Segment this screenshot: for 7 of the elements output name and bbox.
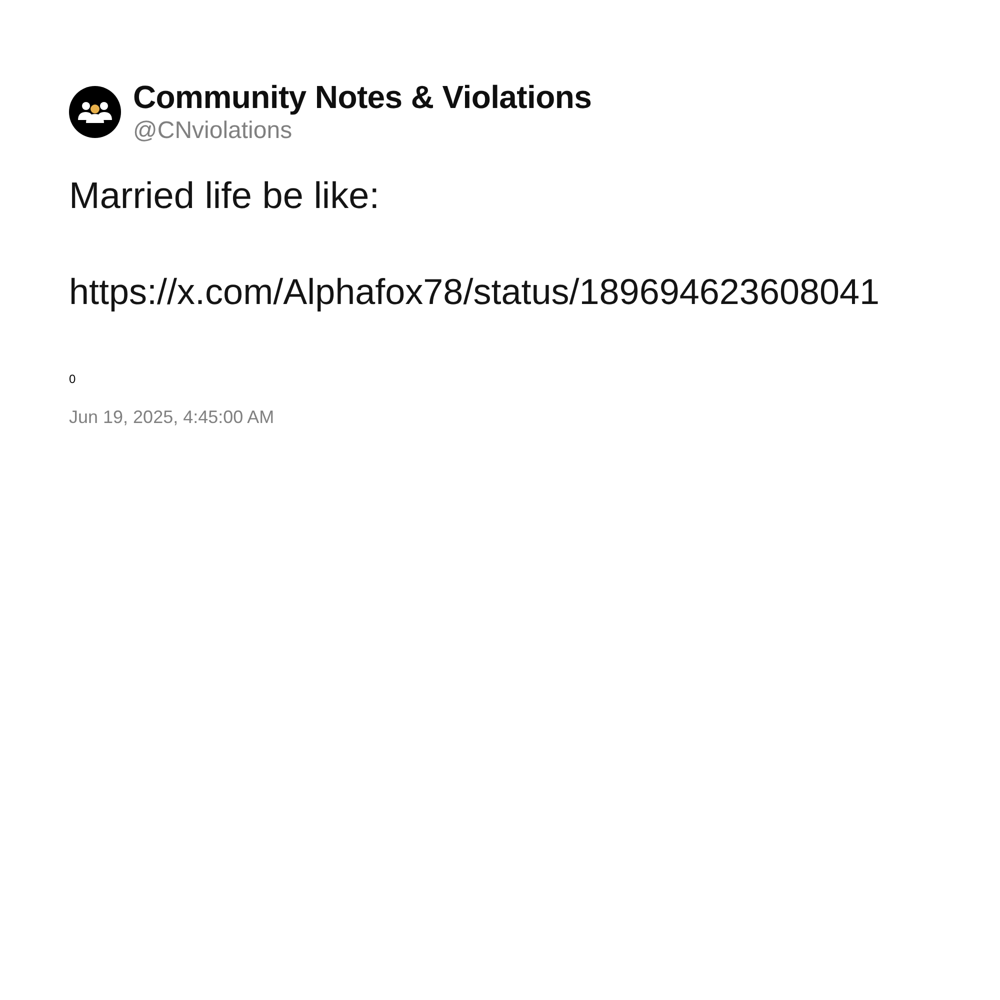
avatar-icon	[69, 86, 121, 138]
post-link[interactable]: https://x.com/Alphafox78/status/189694623608041	[69, 270, 880, 314]
post-text: Married life be like:	[69, 174, 381, 218]
count-label: 0	[69, 372, 77, 386]
author-name[interactable]: Community Notes & Violations	[133, 78, 592, 116]
post-timestamp: Jun 19, 2025, 4:45:00 AM	[69, 406, 276, 428]
author-handle[interactable]: @CNviolations	[133, 116, 592, 146]
